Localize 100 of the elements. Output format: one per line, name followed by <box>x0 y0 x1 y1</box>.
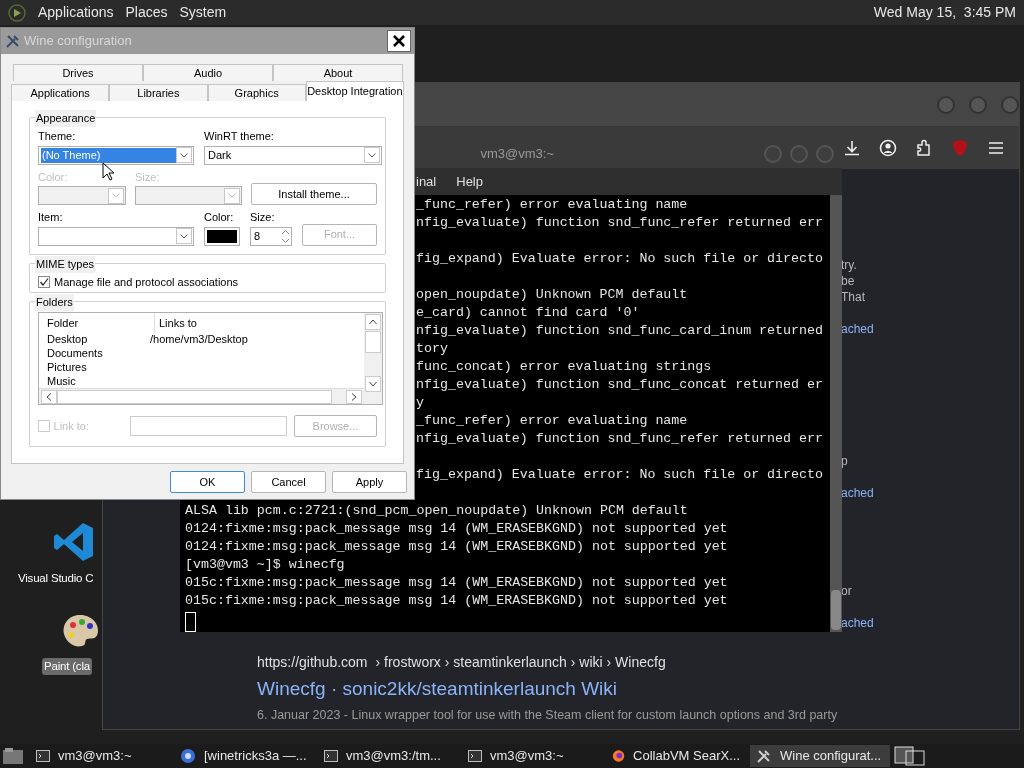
terminal-line: 0124:fixme:msg:pack_message msg 14 (WM_ERASEBKGND) not supported yet <box>185 538 728 556</box>
tools-icon <box>756 748 772 764</box>
input-field[interactable] <box>129 416 287 436</box>
dropdown-field[interactable] <box>38 226 194 246</box>
taskbar-item[interactable]: vm3@vm3:~ <box>30 745 170 767</box>
menu-item[interactable]: Places <box>125 2 168 23</box>
tab[interactable]: Applications <box>11 84 110 101</box>
icon-label[interactable]: Visual Studio C <box>16 570 96 588</box>
checkbox[interactable] <box>38 276 50 289</box>
menu-item[interactable]: inal <box>416 171 437 191</box>
group-legend: MIME types <box>35 256 96 273</box>
result-link[interactable]: ached <box>841 485 874 501</box>
group-legend: Folders <box>35 294 74 311</box>
scrollbar-thumb[interactable] <box>365 331 381 353</box>
terminal-line: _func_refer) error evaluating name <box>416 196 688 214</box>
terminal-line: nfig_evaluate) function snd_func_card_inum returned <box>416 322 823 340</box>
table-cell[interactable]: Desktop <box>39 331 150 346</box>
icon-label[interactable]: Paint (cla <box>42 658 92 676</box>
tab[interactable]: Libraries <box>109 84 208 101</box>
group-legend: Appearance <box>35 110 97 127</box>
terminal-line: 0124:fixme:msg:pack_message msg 14 (WM_ERASEBKGND) not supported yet <box>185 520 728 538</box>
terminal-icon <box>36 750 50 762</box>
result-text: p <box>841 453 849 469</box>
color-swatch[interactable] <box>204 226 240 246</box>
horizontal-scrollbar[interactable] <box>39 388 364 404</box>
scrollbar-thumb[interactable] <box>831 590 841 630</box>
browser-icon <box>612 748 626 764</box>
dropdown-field[interactable]: Dark <box>204 145 382 165</box>
column-header[interactable]: Links to <box>155 313 197 332</box>
terminal-line: fig_expand) Evaluate error: No such file or directo <box>416 250 823 268</box>
window-title: vm3@vm3:~ <box>480 145 554 163</box>
text-cursor <box>185 612 196 632</box>
field-label: WinRT theme: <box>204 129 275 144</box>
dropdown-field[interactable] <box>38 186 126 205</box>
result-url[interactable]: https://github.com <box>257 651 368 673</box>
field-label: Size: <box>135 169 160 185</box>
window-title: Wine configuration <box>24 32 132 51</box>
show-desktop-icon[interactable] <box>2 746 26 766</box>
account-icon[interactable] <box>879 138 897 157</box>
tab[interactable]: Drives <box>13 64 143 81</box>
result-link[interactable]: ached <box>841 321 874 337</box>
taskbar-item[interactable]: Wine configurat... <box>750 745 890 767</box>
result-snippet: 6. Januar 2023 - Linux wrapper tool for use with the Steam client for custom launch options and 3rd party <box>257 707 838 725</box>
menu-item[interactable]: System <box>179 2 227 23</box>
dialog-button[interactable]: Cancel <box>251 471 326 493</box>
dialog-button[interactable]: Install theme... <box>251 183 377 205</box>
spin-arrows-icon[interactable] <box>280 227 291 245</box>
tab[interactable]: Desktop Integration <box>305 81 404 101</box>
vertical-scrollbar[interactable] <box>364 313 382 404</box>
dialog-button[interactable]: OK <box>170 471 245 493</box>
close-icon[interactable] <box>392 34 406 48</box>
result-title[interactable]: Winecfg · sonic2kk/steamtinkerlaunch Wiki <box>257 674 838 704</box>
download-icon[interactable] <box>843 138 861 157</box>
table-cell[interactable]: Documents <box>39 345 150 360</box>
taskbar-item[interactable]: CollabVM SearX... <box>606 745 746 767</box>
window-control-icon[interactable] <box>937 95 955 114</box>
tab[interactable]: Graphics <box>207 84 306 101</box>
terminal-line: nfig_evaluate) function snd_func_refer returned err <box>416 214 823 232</box>
workspace-pager-icon[interactable] <box>894 746 926 766</box>
vertical-scrollbar[interactable] <box>830 195 842 632</box>
play-logo-icon[interactable] <box>8 3 26 22</box>
window-control-icon[interactable] <box>969 95 987 114</box>
taskbar-item[interactable]: vm3@vm3:~ <box>462 745 602 767</box>
field-label: Color: <box>204 210 235 225</box>
close-button[interactable] <box>387 30 411 52</box>
spin-field[interactable]: 8 <box>250 226 292 246</box>
dialog-button[interactable]: Apply <box>332 471 407 493</box>
menu-item[interactable]: Help <box>456 171 483 191</box>
scrollbar-thumb[interactable] <box>57 389 332 404</box>
field-label: Color: <box>38 169 68 185</box>
result-text: or <box>841 583 853 599</box>
terminal-line: 015c:fixme:msg:pack_message msg 14 (WM_ERASEBKGND) not supported yet <box>185 574 728 592</box>
terminal-icon <box>468 750 482 762</box>
table-cell: /home/vm3/Desktop <box>150 331 248 346</box>
terminal-line: e_card) cannot find card '0' <box>416 304 640 322</box>
taskbar-item[interactable]: vm3@vm3:/tm... <box>318 745 458 767</box>
taskbar-item[interactable]: [winetricks3a —... <box>174 745 314 767</box>
table-cell[interactable]: Pictures <box>39 359 150 374</box>
table-cell[interactable]: Music <box>39 373 150 388</box>
code-editor-icon[interactable] <box>52 520 96 564</box>
terminal-line: tory <box>416 340 448 358</box>
result-link[interactable]: ached <box>841 615 874 631</box>
terminal-line: nfig_evaluate) function snd_func_refer returned err <box>416 430 823 448</box>
terminal-line: y <box>416 394 424 412</box>
terminal-line: _func_refer) error evaluating name <box>416 412 688 430</box>
dropdown-field[interactable] <box>135 186 242 205</box>
terminal-icon <box>324 750 338 762</box>
menu-item[interactable]: Applications <box>38 2 114 23</box>
dropdown-field[interactable]: (No Theme) <box>38 145 194 165</box>
terminal-line: [vm3@vm3 ~]$ winecfg <box>185 556 345 574</box>
clock[interactable]: Wed May 15, 3:45 PM <box>873 2 1016 23</box>
tab[interactable]: About <box>273 64 403 81</box>
result-breadcrumb: › frostworx › steamtinkerlaunch › wiki › Winecfg <box>375 652 666 672</box>
mouse-pointer-icon <box>102 162 115 181</box>
puzzle-icon[interactable] <box>915 138 933 157</box>
column-header[interactable]: Folder <box>39 313 155 332</box>
tab[interactable]: Audio <box>143 64 273 81</box>
checkbox-label: Link to: <box>53 418 90 434</box>
terminal-line: 015c:fixme:msg:pack_message msg 14 (WM_ERASEBKGND) not supported yet <box>185 592 728 610</box>
window-control-icon[interactable] <box>1001 95 1019 114</box>
